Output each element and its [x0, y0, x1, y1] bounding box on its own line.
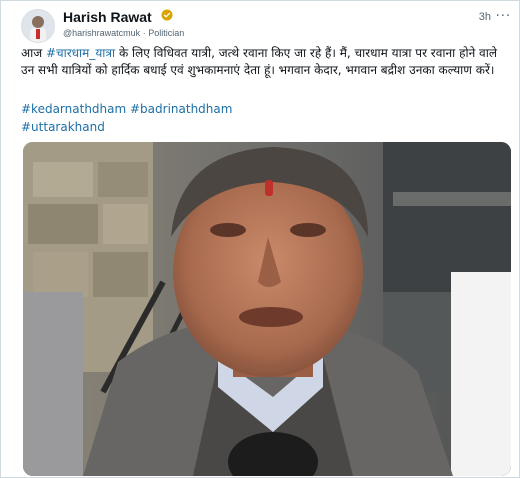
tweet-text: आज #चारधाम_यात्रा के लिए विधिवत यात्री, … [21, 45, 511, 79]
author-handle[interactable]: @harishrawatcmuk [63, 28, 140, 38]
author-label: Politician [148, 28, 185, 38]
meta-separator: · [142, 28, 146, 38]
photo-illustration [23, 142, 511, 476]
author-name[interactable]: Harish Rawat [63, 9, 152, 25]
hashtags-line-2[interactable]: #uttarakhand [21, 119, 501, 136]
hashtag-link-chardham[interactable]: #चारधाम_यात्रा [46, 46, 115, 60]
author-meta: @harishrawatcmuk · Politician [63, 28, 184, 38]
author-avatar[interactable] [21, 9, 55, 43]
hashtags-line-1[interactable]: #kedarnathdham #badrinathdham [21, 101, 501, 118]
tweet-timestamp[interactable]: 3h [479, 11, 491, 23]
tweet-photo[interactable] [23, 142, 511, 476]
tweet-text-start: आज [21, 46, 46, 60]
verified-badge-icon [161, 9, 173, 21]
tweet-card[interactable]: Harish Rawat @harishrawatcmuk · Politici… [0, 0, 520, 478]
more-options-icon[interactable]: ··· [496, 9, 511, 24]
